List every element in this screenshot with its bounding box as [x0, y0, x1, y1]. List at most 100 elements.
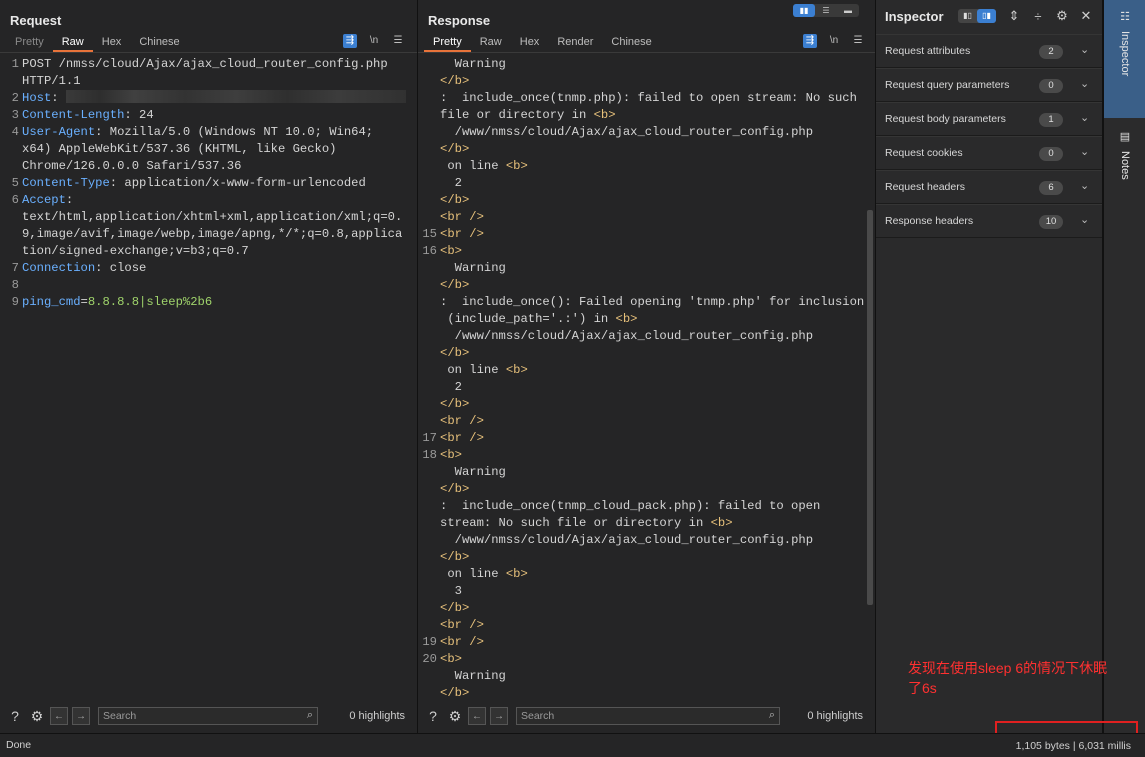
back-arrow-icon[interactable]: ←	[468, 707, 486, 725]
header-key: Connection	[22, 261, 96, 275]
newline-toggle[interactable]: \n	[367, 34, 381, 48]
inspector-panel: Inspector ▮▯ ▯▮ ⇕ ÷ ⚙ ✕ Request attribut…	[876, 0, 1103, 733]
code-text: stream: No such file or directory in	[440, 516, 711, 530]
code-tag: </b>	[440, 686, 470, 700]
collapse-icon[interactable]: ÷	[1028, 9, 1048, 24]
code-text: Warning	[454, 261, 506, 275]
code-text: : include_once(tnmp_cloud_pack.php): fai…	[440, 499, 821, 513]
inspector-row[interactable]: Response headers 10 ⌄	[876, 204, 1102, 238]
param-value: 8.8.8.8|sleep%2b6	[87, 295, 213, 309]
row-label: Response headers	[885, 215, 974, 227]
header-value: 24	[131, 108, 154, 122]
search-input[interactable]: Search ⌕	[98, 707, 318, 725]
layout-stacked-icon[interactable]: ☰	[815, 4, 837, 17]
forward-arrow-icon[interactable]: →	[72, 707, 90, 725]
inspector-row[interactable]: Request query parameters 0 ⌄	[876, 68, 1102, 102]
inspector-row[interactable]: Request cookies 0 ⌄	[876, 136, 1102, 170]
chevron-down-icon[interactable]: ⌄	[1080, 77, 1089, 90]
settings-gear-icon[interactable]: ⚙	[1052, 8, 1072, 24]
layout-right-icon[interactable]: ▯▮	[977, 9, 996, 23]
code-tag: <br />	[440, 210, 484, 224]
wrap-lines-icon[interactable]: ⇶	[343, 34, 357, 48]
layout-switch[interactable]: ▮▮ ☰ ▬	[793, 4, 859, 17]
newline-toggle[interactable]: \n	[827, 34, 841, 48]
status-bar: Done 1,105 bytes | 6,031 millis	[0, 733, 1145, 757]
chevron-down-icon[interactable]: ⌄	[1080, 213, 1089, 226]
code-text: Warning	[454, 465, 506, 479]
layout-left-icon[interactable]: ▮▯	[958, 9, 977, 23]
chevron-down-icon[interactable]: ⌄	[1080, 179, 1089, 192]
settings-gear-icon[interactable]: ⚙	[28, 707, 46, 725]
chevron-down-icon[interactable]: ⌄	[1080, 111, 1089, 124]
row-label: Request attributes	[885, 45, 971, 57]
code-tag: <b>	[593, 108, 616, 122]
response-editor[interactable]: Warning </b> : include_once(tnmp.php): f…	[418, 56, 875, 702]
help-icon[interactable]: ?	[424, 707, 442, 725]
inspector-row[interactable]: Request headers 6 ⌄	[876, 170, 1102, 204]
forward-arrow-icon[interactable]: →	[490, 707, 508, 725]
code-tag: </b>	[440, 550, 470, 564]
tab-chinese[interactable]: Chinese	[130, 34, 188, 52]
code-tag: <b>	[440, 652, 462, 666]
row-label: Request headers	[885, 181, 965, 193]
search-icon[interactable]: ⌕	[769, 709, 775, 722]
layout-single-icon[interactable]: ▬	[837, 4, 859, 17]
help-icon[interactable]: ?	[6, 707, 24, 725]
sidebar-tab-label: Notes	[1119, 151, 1131, 180]
tab-raw[interactable]: Raw	[471, 34, 511, 52]
request-editor[interactable]: 1 POST /nmss/cloud/Ajax/ajax_cloud_router…	[0, 56, 417, 311]
response-footer: ? ⚙ ← → Search ⌕ 0 highlights	[418, 705, 875, 727]
header-value-cont: tion/signed-exchange;v=b3;q=0.7	[22, 244, 249, 258]
request-line-cont: HTTP/1.1	[22, 74, 81, 88]
back-arrow-icon[interactable]: ←	[50, 707, 68, 725]
code-tag: </b>	[440, 142, 470, 156]
tab-hex[interactable]: Hex	[511, 34, 549, 52]
expand-icon[interactable]: ⇕	[1004, 8, 1024, 24]
response-size-time: 1,105 bytes | 6,031 millis	[1015, 740, 1131, 752]
code-text: : include_once(): Failed opening 'tnmp.p…	[440, 295, 865, 309]
menu-icon[interactable]: ☰	[851, 34, 865, 48]
right-sidebar: ☷ Inspector ▤ Notes	[1103, 0, 1145, 733]
code-tag: </b>	[440, 601, 470, 615]
close-icon[interactable]: ✕	[1076, 8, 1096, 24]
param-key: ping_cmd	[22, 295, 81, 309]
code-tag: <br />	[440, 635, 484, 649]
layout-side-by-side-icon[interactable]: ▮▮	[793, 4, 815, 17]
sidebar-tab-notes[interactable]: ▤ Notes	[1104, 120, 1145, 200]
header-key: Content-Length	[22, 108, 125, 122]
sidebar-tab-inspector[interactable]: ☷ Inspector	[1104, 0, 1145, 118]
inspector-layout-switch[interactable]: ▮▯ ▯▮	[958, 9, 996, 23]
header-key: Accept	[22, 193, 66, 207]
tab-hex[interactable]: Hex	[93, 34, 131, 52]
count-badge: 10	[1039, 215, 1063, 229]
scrollbar[interactable]	[867, 210, 873, 605]
code-tag: <br />	[440, 431, 484, 445]
inspector-icon: ☷	[1120, 11, 1130, 23]
tab-pretty[interactable]: Pretty	[424, 34, 471, 52]
divider	[418, 52, 875, 53]
code-tag: </b>	[440, 482, 470, 496]
header-key: Host	[22, 91, 52, 105]
wrap-lines-icon[interactable]: ⇶	[803, 34, 817, 48]
count-badge: 6	[1039, 181, 1063, 195]
tab-render[interactable]: Render	[548, 34, 602, 52]
tab-raw[interactable]: Raw	[52, 34, 93, 52]
header-value-cont: Chrome/126.0.0.0 Safari/537.36	[22, 159, 242, 173]
inspector-row[interactable]: Request attributes 2 ⌄	[876, 34, 1102, 68]
code-text: 3	[454, 584, 462, 598]
search-icon[interactable]: ⌕	[307, 709, 313, 722]
header-key: User-Agent	[22, 125, 96, 139]
settings-gear-icon[interactable]: ⚙	[446, 707, 464, 725]
code-tag: </b>	[440, 397, 470, 411]
code-tag: <br />	[440, 618, 484, 632]
response-title: Response	[428, 13, 491, 28]
search-input[interactable]: Search ⌕	[516, 707, 780, 725]
chevron-down-icon[interactable]: ⌄	[1080, 43, 1089, 56]
code-text: Warning	[454, 669, 506, 683]
inspector-row[interactable]: Request body parameters 1 ⌄	[876, 102, 1102, 136]
tab-chinese[interactable]: Chinese	[602, 34, 660, 52]
tab-pretty[interactable]: Pretty	[6, 34, 53, 52]
chevron-down-icon[interactable]: ⌄	[1080, 145, 1089, 158]
menu-icon[interactable]: ☰	[391, 34, 405, 48]
redacted-host	[65, 90, 406, 103]
